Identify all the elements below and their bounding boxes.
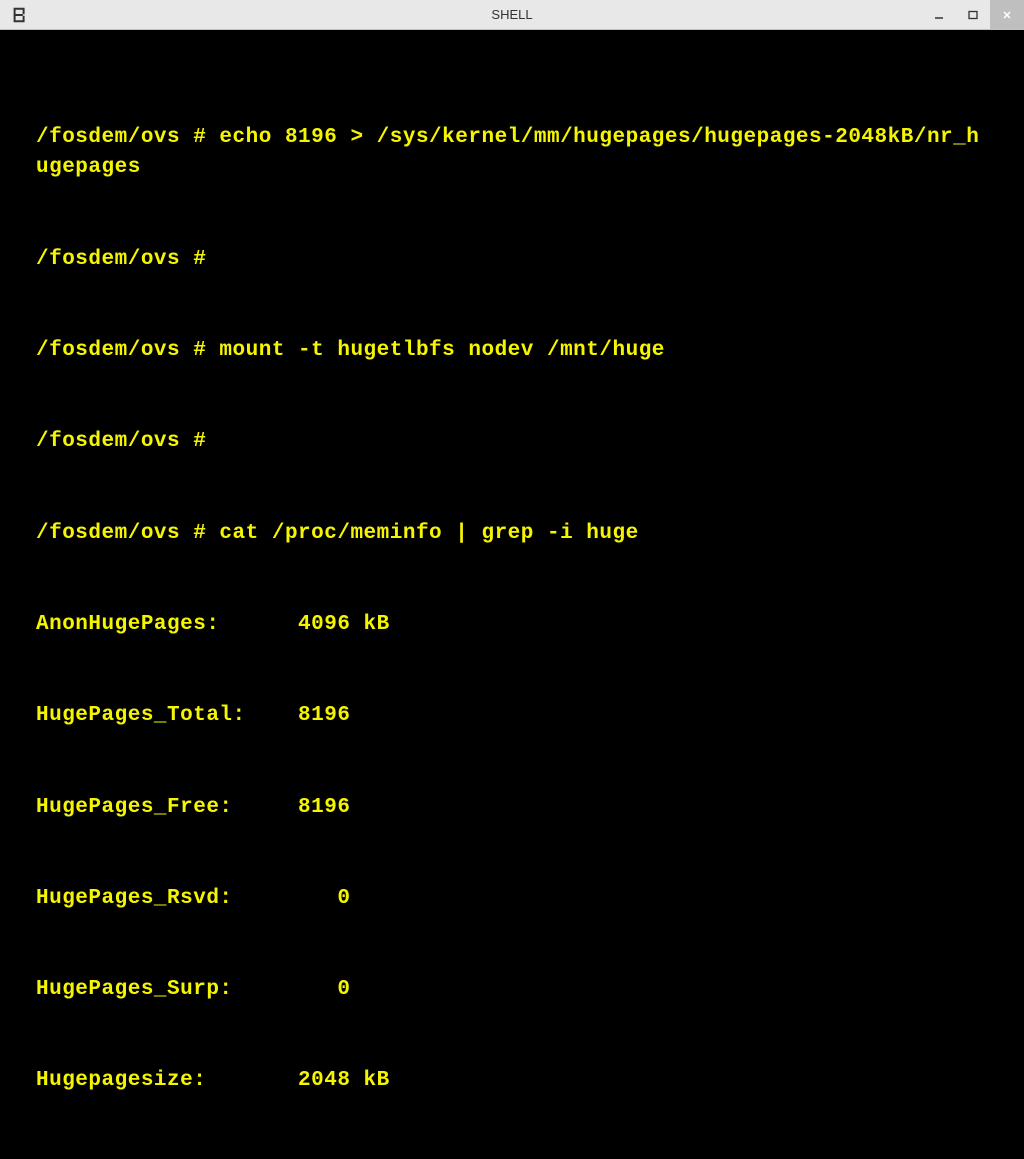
terminal-line: HugePages_Total: 8196 (36, 701, 988, 731)
terminal-output[interactable]: /fosdem/ovs # echo 8196 > /sys/kernel/mm… (0, 30, 1024, 1159)
terminal-line: HugePages_Surp: 0 (36, 975, 988, 1005)
terminal-line: /fosdem/ovs # (36, 427, 988, 457)
titlebar: SHELL (0, 0, 1024, 30)
minimize-button[interactable] (922, 0, 956, 29)
window-controls (922, 0, 1024, 29)
terminal-line: /fosdem/ovs # echo 8196 > /sys/kernel/mm… (36, 123, 988, 184)
terminal-line: /fosdem/ovs # (36, 245, 988, 275)
terminal-line: Hugepagesize: 2048 kB (36, 1066, 988, 1096)
window-title: SHELL (491, 7, 532, 22)
close-button[interactable] (990, 0, 1024, 29)
app-icon (10, 5, 30, 25)
terminal-line: AnonHugePages: 4096 kB (36, 610, 988, 640)
terminal-line: HugePages_Rsvd: 0 (36, 884, 988, 914)
maximize-button[interactable] (956, 0, 990, 29)
terminal-line: HugePages_Free: 8196 (36, 793, 988, 823)
terminal-line: /fosdem/ovs # mount -t hugetlbfs nodev /… (36, 336, 988, 366)
terminal-line: /fosdem/ovs # cat /proc/meminfo | grep -… (36, 519, 988, 549)
